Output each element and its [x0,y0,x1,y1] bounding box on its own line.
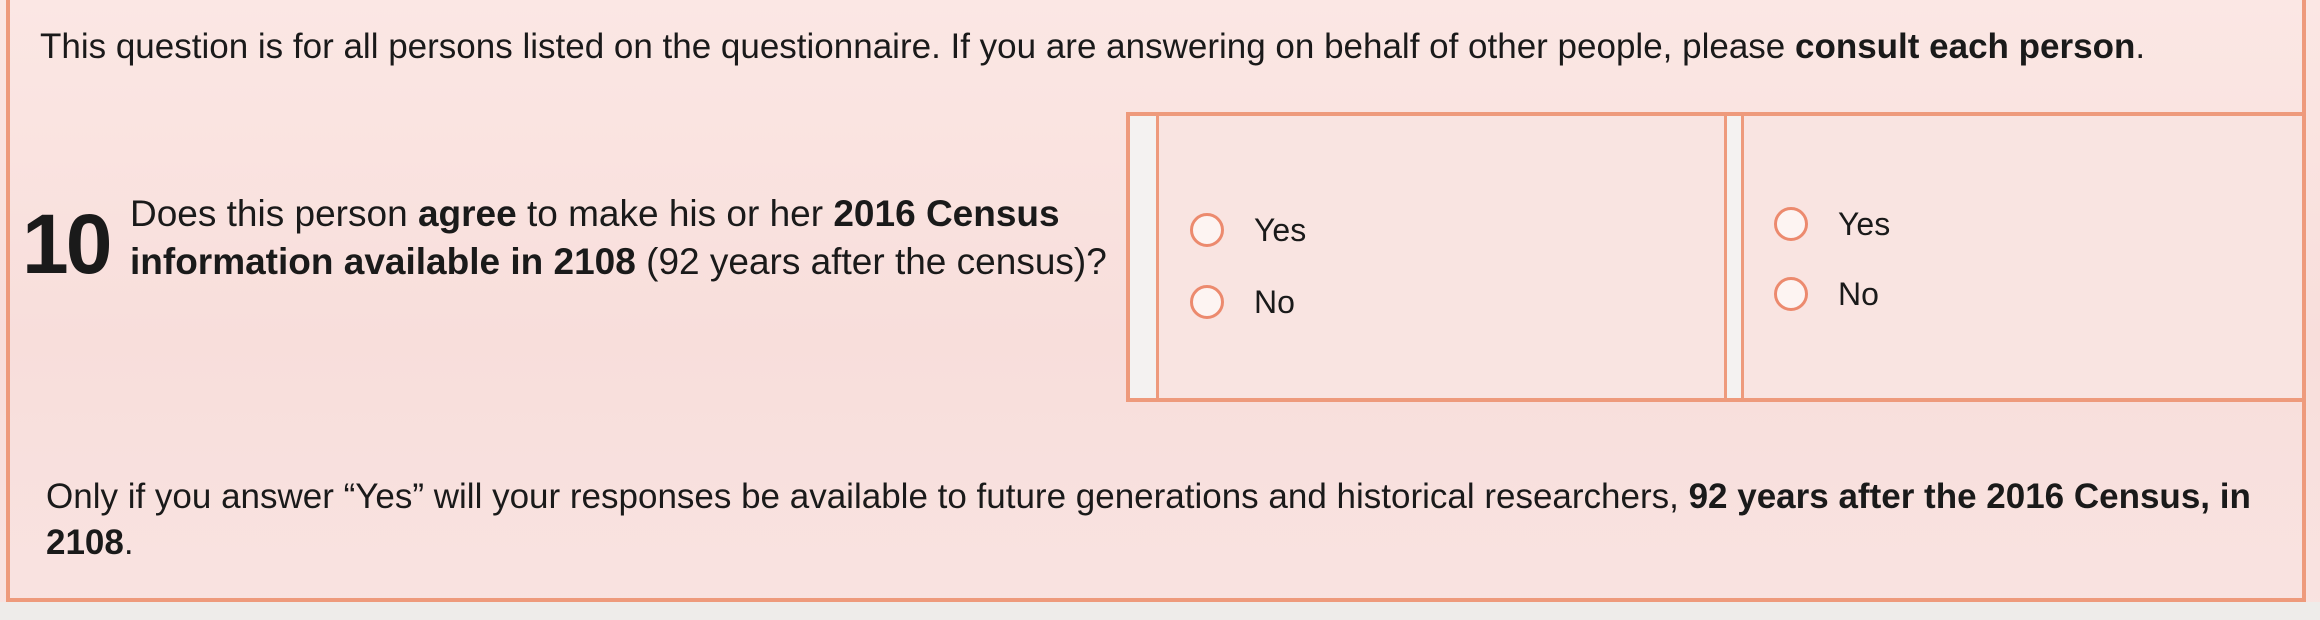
answer-area: Yes No Yes No [1126,112,2302,402]
person-1-yes-option[interactable]: Yes [1190,210,1306,250]
radio-button[interactable] [1190,213,1224,247]
radio-button[interactable] [1190,285,1224,319]
radio-button[interactable] [1774,207,1808,241]
intro-text: This question is for all persons listed … [40,27,1795,66]
person-1-no-option[interactable]: No [1190,282,1295,322]
option-label: No [1838,276,1879,312]
option-label: No [1254,284,1295,320]
question-part-3: (92 years after the census)? [635,241,1107,282]
person-2-no-option[interactable]: No [1774,274,1879,314]
answer-column-divider [1724,116,1744,398]
intro-end: . [2135,27,2146,66]
person-2-yes-option[interactable]: Yes [1774,204,1890,244]
question-part-2: to make his or her [516,193,834,234]
footer-end: . [123,523,134,562]
question-part-1: Does this person [130,193,418,234]
page-edge [0,602,2320,620]
radio-button[interactable] [1774,277,1808,311]
option-label: Yes [1254,212,1307,248]
intro-emphasis: consult each person [1794,27,2136,66]
question-number: 10 [22,197,112,291]
footer-note: Only if you answer “Yes” will your respo… [46,474,2266,566]
answer-strip-left [1130,116,1159,398]
intro-instruction: This question is for all persons listed … [40,24,2280,70]
option-label: Yes [1838,206,1891,242]
footer-text: Only if you answer “Yes” will your respo… [46,477,1689,516]
question-bold-agree: agree [417,193,517,234]
question-text: Does this person agree to make his or he… [130,190,1120,286]
